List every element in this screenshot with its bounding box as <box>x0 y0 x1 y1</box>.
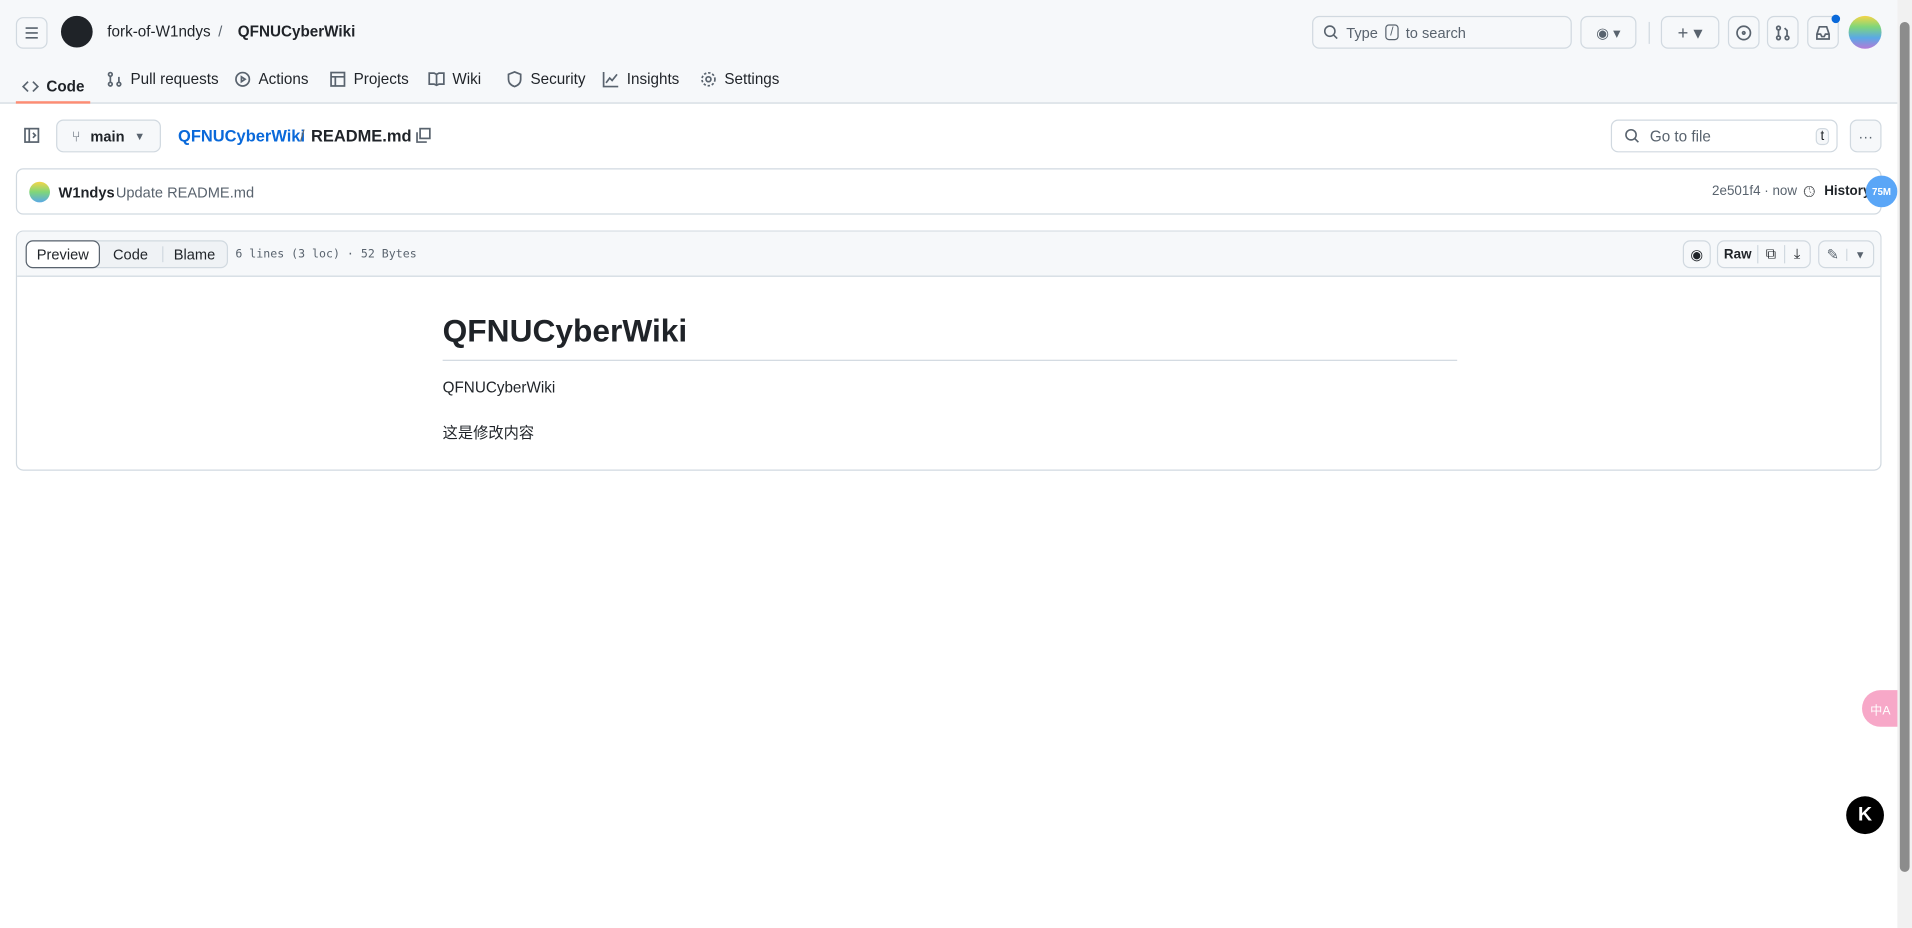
plus-icon: + ▾ <box>1677 22 1703 44</box>
tab-wiki[interactable]: Wiki <box>428 71 481 88</box>
commit-sha[interactable]: 2e501f4 · now <box>1712 184 1797 199</box>
breadcrumb-repo-link[interactable]: QFNUCyberWiki <box>178 127 305 145</box>
history-link[interactable]: History <box>1824 184 1870 199</box>
file-info: 6 lines (3 loc) · 52 Bytes <box>235 247 417 261</box>
commit-message[interactable]: Update README.md <box>116 184 254 201</box>
code-icon <box>21 80 40 92</box>
go-to-file-input[interactable]: Go to file t <box>1610 119 1838 153</box>
shortcut-key: t <box>1815 127 1830 145</box>
book-icon <box>428 72 445 87</box>
tab-actions[interactable]: Actions <box>234 71 309 88</box>
kebab-icon: ··· <box>1858 127 1873 145</box>
caret-down-icon: ▼ <box>134 129 146 143</box>
owner-link[interactable]: fork-of-W1ndys <box>107 23 210 40</box>
inbox-icon <box>1816 25 1830 40</box>
issues-button[interactable] <box>1727 15 1760 49</box>
tab-code[interactable]: Code <box>15 71 91 104</box>
github-logo-icon[interactable] <box>60 15 93 48</box>
file-viewer: Preview Code Blame 6 lines (3 loc) · 52 … <box>15 230 1882 471</box>
commit-author[interactable]: W1ndys <box>59 184 115 201</box>
author-avatar[interactable] <box>29 181 50 203</box>
graph-icon <box>602 71 619 88</box>
tab-projects[interactable]: Projects <box>329 71 409 88</box>
edit-pencil-icon[interactable]: ✎ <box>1819 246 1846 263</box>
copy-raw-icon[interactable]: ⧉ <box>1757 245 1783 264</box>
breadcrumb-file: README.md <box>310 126 412 146</box>
tab-insights[interactable]: Insights <box>602 71 679 88</box>
raw-button[interactable]: Raw <box>1718 247 1757 262</box>
readme-paragraph: QFNUCyberWiki <box>442 379 556 397</box>
memory-badge[interactable]: 75M <box>1865 175 1898 208</box>
copy-path-icon[interactable] <box>415 127 432 144</box>
create-new-button[interactable]: + ▾ <box>1660 15 1720 49</box>
notification-dot <box>1831 14 1841 24</box>
shield-icon <box>507 71 522 88</box>
branch-icon: ⑂ <box>71 127 81 145</box>
hamburger-icon <box>25 27 38 39</box>
table-icon <box>330 71 346 87</box>
pull-request-icon <box>1775 24 1790 40</box>
more-options-button[interactable]: ··· <box>1849 119 1882 153</box>
avatar[interactable] <box>1848 15 1882 49</box>
copilot-button[interactable]: ◉ ▾ <box>1580 15 1637 49</box>
latest-commit-bar: W1ndys Update README.md 2e501f4 · now 🕓︎… <box>15 168 1882 215</box>
gear-icon <box>701 71 716 87</box>
copilot-icon: ◉ ▾ <box>1596 23 1621 41</box>
tab-pull-requests[interactable]: Pull requests <box>106 71 219 88</box>
edit-dropdown-icon[interactable]: ▼ <box>1846 248 1873 261</box>
scrollbar-thumb[interactable] <box>1899 21 1910 872</box>
global-header: fork-of-W1ndys / QFNUCyberWiki Type / to… <box>0 0 1898 104</box>
pull-requests-button[interactable] <box>1766 15 1799 49</box>
sidebar-toggle-icon[interactable] <box>23 127 40 144</box>
blame-tab[interactable]: Blame <box>162 246 225 263</box>
readme-title: QFNUCyberWiki <box>442 312 1458 361</box>
preview-tab[interactable]: Preview <box>25 240 100 269</box>
play-icon <box>235 71 251 87</box>
tab-settings[interactable]: Settings <box>700 71 779 88</box>
history-icon: 🕓︎ <box>1803 182 1816 200</box>
search-icon <box>1323 25 1338 40</box>
translate-button[interactable]: 中A <box>1862 690 1899 727</box>
copilot-icon: ◉ <box>1690 245 1704 263</box>
readme-paragraph: 这是修改内容 <box>442 424 535 442</box>
repo-link[interactable]: QFNUCyberWiki <box>238 23 356 40</box>
search-icon <box>1625 128 1639 143</box>
branch-selector[interactable]: ⑂ main ▼ <box>56 119 161 153</box>
pull-request-icon <box>107 71 122 87</box>
search-input[interactable]: Type / to search <box>1312 15 1572 49</box>
tab-security[interactable]: Security <box>506 71 586 88</box>
scrollbar[interactable] <box>1897 0 1912 928</box>
assistant-button[interactable]: K <box>1846 796 1884 835</box>
menu-button[interactable] <box>15 17 48 49</box>
download-icon[interactable]: ⤓ <box>1783 245 1809 264</box>
file-toolbar: Preview Code Blame 6 lines (3 loc) · 52 … <box>17 231 1881 277</box>
issue-icon <box>1736 24 1752 40</box>
code-tab[interactable]: Code <box>99 241 162 267</box>
copilot-ask-button[interactable]: ◉ <box>1682 240 1711 269</box>
